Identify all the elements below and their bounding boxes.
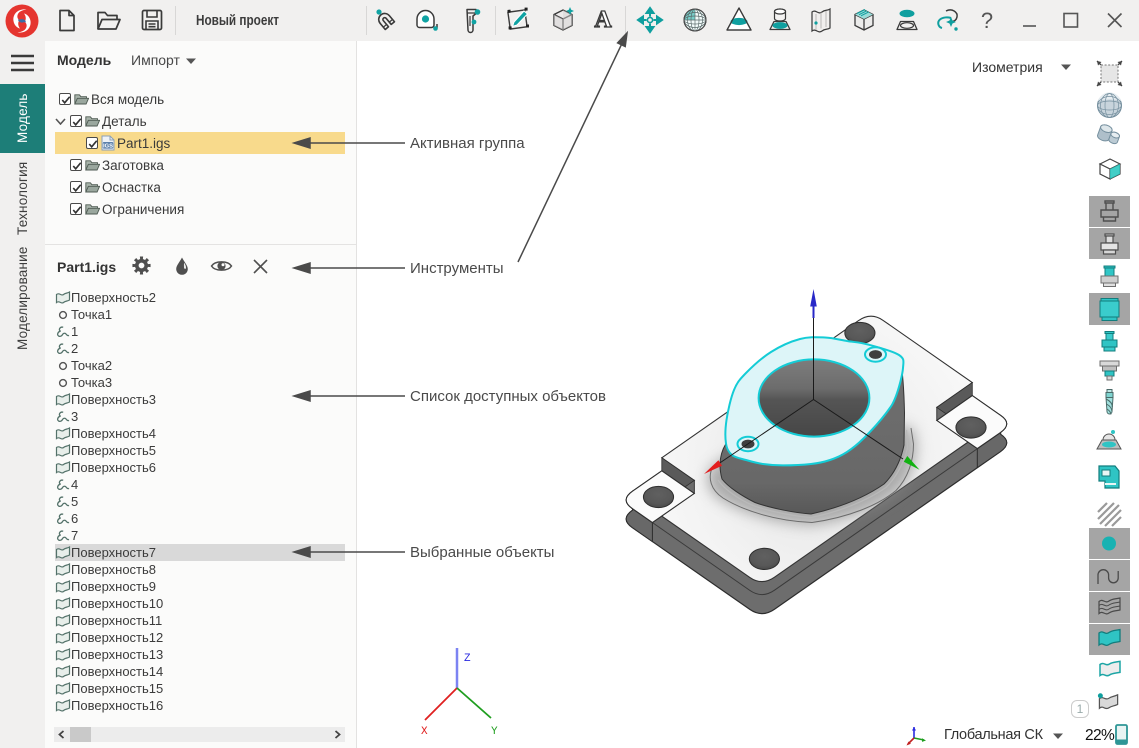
svg-text:A: A: [594, 7, 612, 33]
svg-text:Z: Z: [464, 653, 471, 665]
svg-text:IGS: IGS: [103, 143, 113, 149]
svg-text:Y: Y: [491, 726, 498, 738]
svg-text:X: X: [421, 726, 428, 738]
